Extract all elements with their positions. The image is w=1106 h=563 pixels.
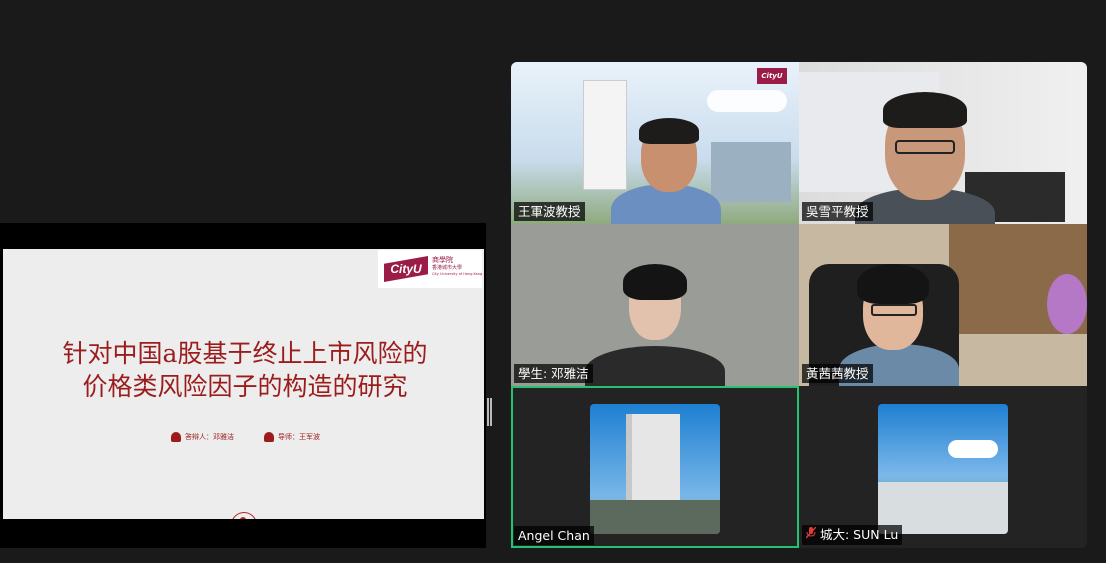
muted-microphone-icon <box>805 526 817 543</box>
participant-gallery: CityU 王軍波教授 吳雪平教授 學生: 邓雅洁 黃茜茜教授 Angel Ch… <box>511 62 1087 548</box>
building-background <box>583 80 627 190</box>
participant-body <box>585 346 725 386</box>
participant-hair <box>857 264 929 304</box>
video-tile-wang[interactable]: CityU 王軍波教授 <box>511 62 799 224</box>
logo-line-3: City University of Hong Kong <box>432 272 483 277</box>
participant-hair <box>639 118 699 144</box>
person-icon <box>171 432 181 442</box>
cityu-logo: CityU 商學院 香港城市大學 City University of Hong… <box>378 250 482 288</box>
participant-name: 王軍波教授 <box>514 202 585 221</box>
participant-name: 學生: 邓雅洁 <box>514 364 593 383</box>
slide-title: 针对中国a股基于终止上市风险的 价格类风险因子的构造的研究 <box>25 337 465 403</box>
logo-mark: CityU <box>384 256 428 282</box>
defender-label: 答辩人：邓雅洁 <box>185 433 234 441</box>
slide-title-line-1: 针对中国a股基于终止上市风险的 <box>62 339 428 368</box>
video-tile-student[interactable]: 學生: 邓雅洁 <box>511 224 799 386</box>
video-tile-huang[interactable]: 黃茜茜教授 <box>799 224 1087 386</box>
active-speaker-border <box>511 386 799 548</box>
glasses <box>895 140 955 154</box>
participant-name: 黃茜茜教授 <box>802 364 873 383</box>
defender: 答辩人：邓雅洁 <box>171 432 234 442</box>
cloud <box>948 440 998 458</box>
video-tile-angel-chan[interactable]: Angel Chan <box>511 386 799 548</box>
advisor: 导师：王军波 <box>264 432 320 442</box>
slide-names: 答辩人：邓雅洁 导师：王军波 <box>171 432 320 442</box>
participant-name: 吳雪平教授 <box>802 202 873 221</box>
screen-share-area[interactable]: CityU 商學院 香港城市大學 City University of Hong… <box>0 223 486 548</box>
participant-name: Angel Chan <box>514 526 594 545</box>
graduation-cap-icon <box>264 432 274 442</box>
video-tile-sun-lu[interactable]: 城大: SUN Lu <box>799 386 1087 548</box>
participant-hair <box>623 264 687 300</box>
participant-hair <box>883 92 967 128</box>
cloud <box>707 90 787 112</box>
logo-line-2: 香港城市大學 <box>432 265 463 272</box>
city-background <box>711 142 791 202</box>
cityu-badge: CityU <box>757 68 787 84</box>
presentation-slide: CityU 商學院 香港城市大學 City University of Hong… <box>3 249 484 519</box>
participant-name-tag: 城大: SUN Lu <box>802 525 903 545</box>
microphone-icon <box>231 512 257 519</box>
slide-title-line-2: 价格类风险因子的构造的研究 <box>82 372 408 401</box>
orchid <box>1047 274 1087 334</box>
advisor-label: 导师：王军波 <box>278 433 320 441</box>
glasses <box>871 304 917 316</box>
logo-text: 商學院 香港城市大學 City University of Hong Kong <box>432 256 483 277</box>
participant-name: 城大: SUN Lu <box>820 527 899 542</box>
profile-picture <box>878 404 1008 534</box>
split-view-handle[interactable] <box>486 398 492 426</box>
video-tile-wu[interactable]: 吳雪平教授 <box>799 62 1087 224</box>
